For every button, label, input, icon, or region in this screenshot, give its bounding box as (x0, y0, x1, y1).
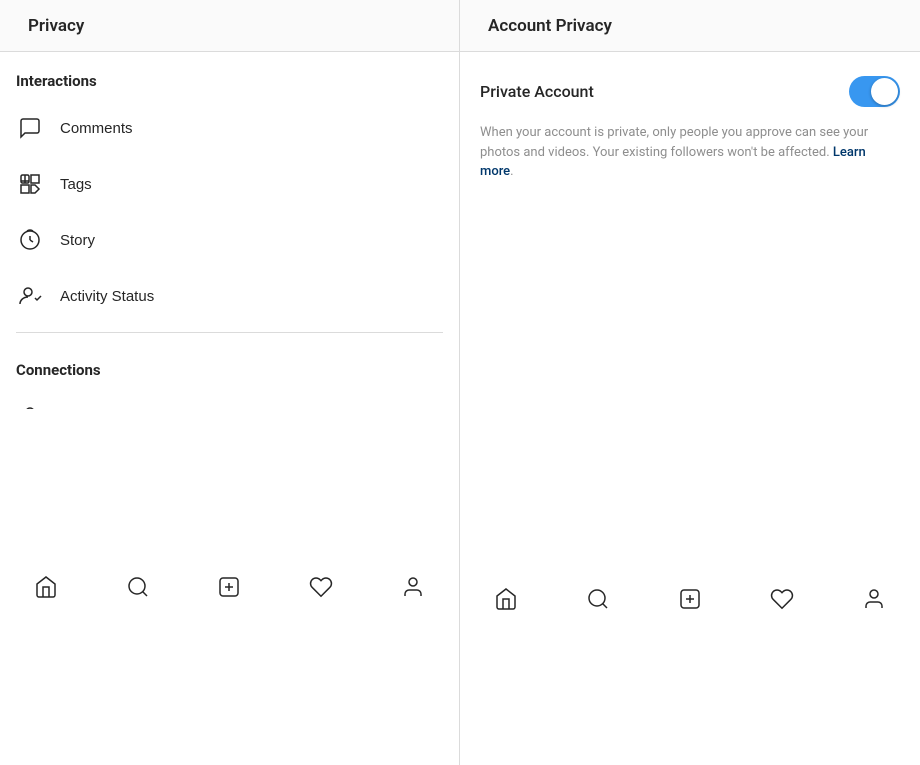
private-account-description: When your account is private, only peopl… (480, 123, 900, 182)
menu-item-account-privacy[interactable]: Account Privacy Private (0, 389, 459, 409)
right-panel-title: Account Privacy (488, 16, 612, 36)
right-panel: Account Privacy Private Account When you… (460, 0, 920, 765)
interactions-section-header: Interactions (0, 52, 459, 100)
left-nav-home[interactable] (26, 567, 66, 607)
left-header: Privacy (0, 0, 459, 52)
comments-label: Comments (60, 120, 443, 137)
private-account-toggle[interactable] (849, 76, 900, 107)
toggle-slider (849, 76, 900, 107)
tag-icon (16, 170, 44, 198)
left-nav-heart[interactable] (301, 567, 341, 607)
activity-status-label: Activity Status (60, 288, 443, 305)
menu-item-comments[interactable]: Comments (0, 100, 459, 156)
section-divider (16, 332, 443, 333)
menu-item-tags[interactable]: Tags (0, 156, 459, 212)
left-nav-search[interactable] (118, 567, 158, 607)
left-panel-title: Privacy (28, 16, 84, 36)
right-bottom-nav (460, 433, 920, 765)
menu-item-activity-status[interactable]: Activity Status (0, 268, 459, 324)
private-account-label: Private Account (480, 82, 594, 101)
right-header: Account Privacy (460, 0, 920, 52)
right-content: Private Account When your account is pri… (460, 52, 920, 433)
story-icon (16, 226, 44, 254)
left-content: Interactions Comments (0, 52, 459, 409)
right-nav-add[interactable] (670, 579, 710, 619)
connections-section-header: Connections (0, 341, 459, 389)
tags-label: Tags (60, 176, 443, 193)
comment-icon (16, 114, 44, 142)
left-bottom-nav (0, 409, 459, 765)
menu-item-story[interactable]: Story (0, 212, 459, 268)
right-nav-profile[interactable] (854, 579, 894, 619)
app-container: Privacy Interactions Comments (0, 0, 920, 765)
right-nav-heart[interactable] (762, 579, 802, 619)
activity-icon (16, 282, 44, 310)
right-nav-home[interactable] (486, 579, 526, 619)
private-account-row: Private Account (480, 76, 900, 107)
left-nav-profile[interactable] (393, 567, 433, 607)
left-panel: Privacy Interactions Comments (0, 0, 460, 765)
right-nav-search[interactable] (578, 579, 618, 619)
story-label: Story (60, 232, 443, 249)
left-nav-add[interactable] (209, 567, 249, 607)
